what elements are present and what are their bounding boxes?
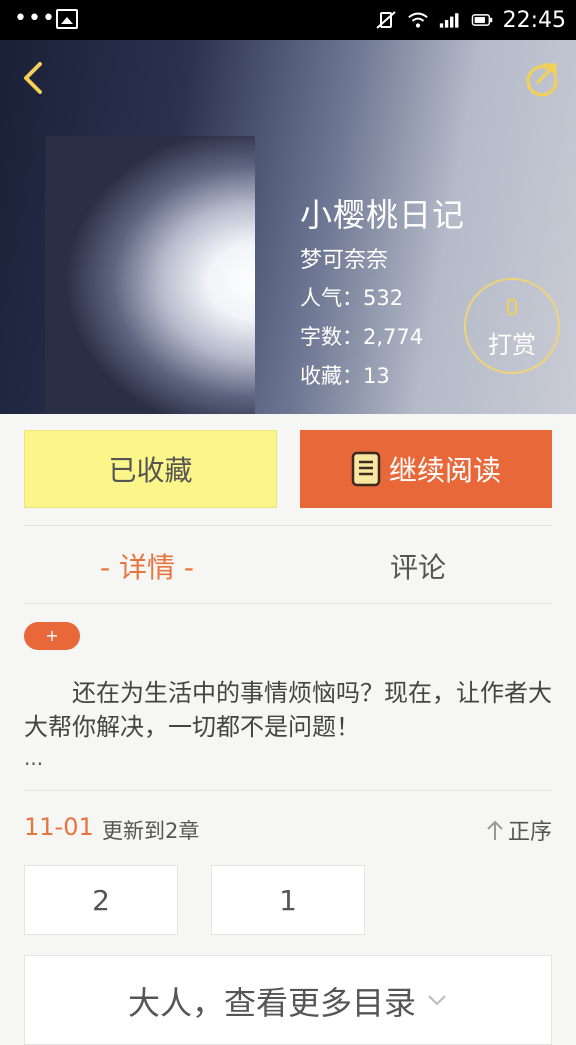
description-ellipsis[interactable]: ... [24,746,43,770]
battery-icon [471,14,492,26]
sort-order-label: 正序 [507,820,552,845]
signal-icon [439,13,459,28]
favorited-label: 已收藏 [108,454,193,487]
word-count-stat: 字数：2,774 [300,325,424,349]
sort-order-toggle[interactable]: 正序 [486,814,552,846]
book-cover[interactable] [45,136,255,414]
tab-comments[interactable]: 评论 [390,546,446,586]
up-arrow-icon [487,820,503,840]
status-time: 22:45 [502,7,566,33]
vibrate-off-icon [375,11,396,29]
image-notification-icon [56,9,78,29]
status-right: 22:45 [375,6,566,34]
update-date: 11-01 [24,813,94,841]
book-title: 小樱桃日记 [300,196,466,234]
share-icon[interactable] [522,58,562,98]
divider [24,525,552,526]
update-text: 更新到2章 [102,819,200,843]
reward-count: 0 [505,296,519,321]
book-icon [351,451,381,487]
chevron-down-icon [428,995,446,1006]
book-description: 还在为生活中的事情烦恼吗？现在，让作者大大帮你解决，一切都不是问题！ [24,679,552,741]
book-author[interactable]: 梦可奈奈 [300,242,388,274]
chapter-button[interactable]: 1 [211,865,365,935]
back-arrow-icon[interactable] [16,58,48,98]
divider [24,603,552,604]
favorited-button[interactable]: 已收藏 [24,430,277,508]
continue-reading-label: 继续阅读 [388,454,501,487]
reward-button[interactable]: 0 打赏 [464,278,560,374]
reward-label: 打赏 [488,331,536,359]
expand-description-button[interactable]: + [24,622,80,650]
book-header: 小樱桃日记 梦可奈奈 人气：532 字数：2,774 收藏：13 0 打赏 [0,40,576,414]
divider [24,790,552,791]
tab-detail[interactable]: - 详情 - [100,546,194,586]
popularity-stat: 人气：532 [300,286,404,310]
more-catalog-button[interactable]: 大人，查看更多目录 [24,955,552,1045]
notification-dots: ••• [14,6,56,31]
continue-reading-button[interactable]: 继续阅读 [300,430,552,508]
status-bar: ••• 22:45 [0,0,576,40]
favorites-stat: 收藏：13 [300,364,390,388]
chapter-button[interactable]: 2 [24,865,178,935]
wifi-icon [407,12,428,28]
more-catalog-label: 大人，查看更多目录 [127,984,416,1022]
